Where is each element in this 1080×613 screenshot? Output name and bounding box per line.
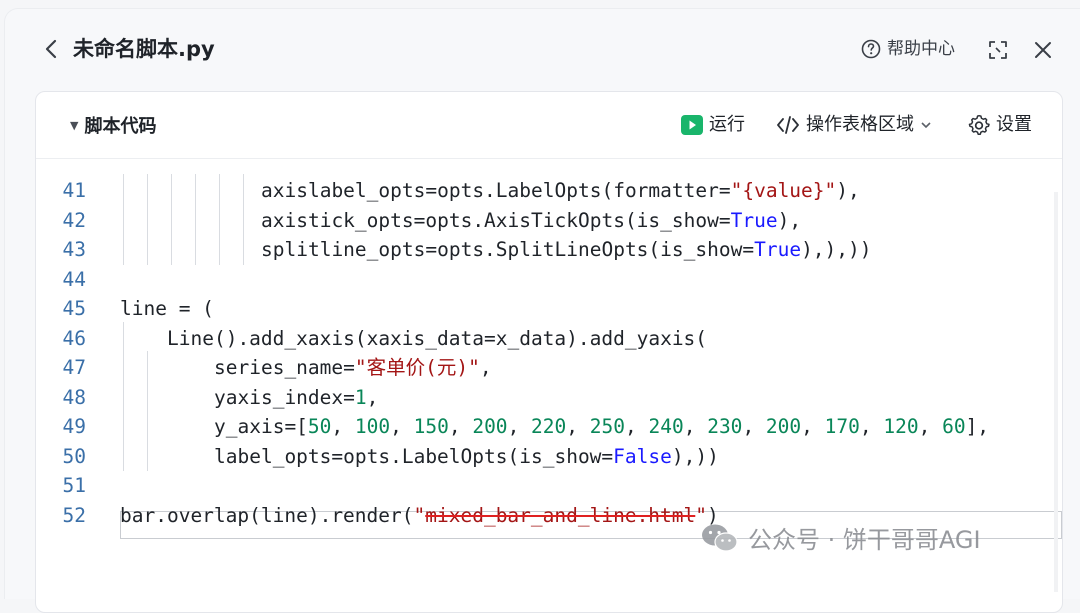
indent-guide: [171, 203, 172, 235]
indent-guide: [147, 351, 148, 383]
code-icon: [777, 116, 799, 134]
indent-guide: [219, 203, 220, 235]
indent-guide: [123, 233, 124, 265]
settings-label: 设置: [996, 114, 1032, 135]
line-number: 43: [62, 238, 86, 261]
watermark: 公众号 · 饼干哥哥AGI: [700, 520, 981, 555]
indent-guide: [219, 174, 220, 206]
line-number: 52: [62, 503, 86, 527]
indent-guide: [123, 203, 124, 235]
run-button[interactable]: 运行: [681, 112, 745, 138]
indent-guide: [147, 439, 148, 471]
code-line: 48 yaxis_index=1,: [36, 380, 1036, 412]
code-line: 42 axistick_opts=opts.AxisTickOpts(is_sho…: [36, 203, 1036, 235]
code-line: 49 y_axis=[50, 100, 150, 200, 220, 250, 2…: [36, 410, 1036, 442]
indent-guide: [219, 233, 220, 265]
title-bar: 未命名脚本.py 帮助中心: [5, 9, 1080, 91]
code-text: line = (: [120, 297, 214, 320]
page-title: 未命名脚本.py: [73, 37, 215, 61]
indent-guide: [147, 203, 148, 235]
back-button[interactable]: [39, 37, 63, 61]
indent-guide: [147, 174, 148, 206]
indent-guide: [171, 233, 172, 265]
vertical-scrollbar[interactable]: [1054, 192, 1058, 592]
chevron-down-icon: [921, 122, 931, 129]
line-number: 49: [62, 415, 86, 438]
code-line: 44: [36, 265, 1036, 295]
code-text: splitline_opts=opts.SplitLineOpts(is_sho…: [261, 238, 872, 261]
help-center-button[interactable]: 帮助中心: [861, 37, 955, 61]
line-number: 45: [62, 297, 86, 320]
close-button[interactable]: [1030, 37, 1056, 63]
indent-guide: [123, 174, 124, 206]
line-number: 50: [62, 444, 86, 468]
indent-guide: [243, 233, 244, 265]
indent-guide: [171, 174, 172, 206]
code-line: 46 Line().add_xaxis(xaxis_data=x_data).ad…: [36, 321, 1036, 353]
code-line: 45 line = (: [36, 294, 1036, 324]
operate-table-area-dropdown[interactable]: 操作表格区域: [776, 112, 932, 138]
indent-guide: [195, 233, 196, 265]
help-center-label: 帮助中心: [887, 39, 955, 59]
code-text: series_name="客单价(元)",: [214, 356, 492, 379]
question-circle-icon: [861, 39, 881, 59]
code-text: yaxis_index=1,: [214, 385, 379, 409]
section-toggle[interactable]: ▼ 脚本代码: [70, 112, 156, 138]
indent-guide: [147, 233, 148, 265]
settings-button[interactable]: 设置: [968, 112, 1032, 138]
code-line: 43 splitline_opts=opts.SplitLineOpts(is_s…: [36, 233, 1036, 265]
chevron-left-icon: [45, 39, 57, 59]
play-icon: [681, 115, 703, 135]
indent-guide: [123, 351, 124, 383]
indent-guide: [195, 174, 196, 206]
line-number: 44: [62, 267, 86, 291]
card-header: ▼ 脚本代码 运行 操作表格区域 设置: [36, 92, 1062, 159]
code-line: 41 axislabel_opts=opts.LabelOpts(formatte…: [36, 174, 1036, 206]
indent-guide: [123, 321, 124, 353]
close-icon: [1035, 42, 1051, 58]
indent-guide: [123, 439, 124, 471]
indent-guide: [123, 380, 124, 412]
code-line: 50 label_opts=opts.LabelOpts(is_show=Fals…: [36, 439, 1036, 471]
watermark-text: 公众号 · 饼干哥哥AGI: [748, 526, 981, 554]
code-line: 47 series_name="客单价(元)",: [36, 351, 1036, 383]
line-number: 51: [62, 474, 86, 497]
wechat-icon: [702, 524, 738, 552]
code-text: axistick_opts=opts.AxisTickOpts(is_show=…: [261, 208, 802, 232]
line-number: 42: [62, 208, 86, 232]
caret-down-icon: ▼: [70, 118, 79, 132]
section-title-label: 脚本代码: [84, 116, 157, 137]
indent-guide: [243, 203, 244, 235]
line-number: 41: [62, 179, 86, 202]
code-text: axislabel_opts=opts.LabelOpts(formatter=…: [261, 179, 860, 202]
code-line: 51: [36, 471, 1036, 501]
indent-guide: [195, 203, 196, 235]
code-text: label_opts=opts.LabelOpts(is_show=False)…: [214, 444, 719, 468]
code-text: y_axis=[50, 100, 150, 200, 220, 250, 240…: [214, 415, 990, 438]
run-label: 运行: [709, 114, 745, 135]
indent-guide: [123, 410, 124, 442]
code-text: Line().add_xaxis(xaxis_data=x_data).add_…: [167, 326, 708, 350]
fullscreen-button[interactable]: [985, 37, 1011, 63]
indent-guide: [243, 174, 244, 206]
indent-guide: [147, 380, 148, 412]
code-text: bar.overlap(line).render("mixed_bar_and_…: [120, 503, 719, 527]
script-editor-panel: 未命名脚本.py 帮助中心 ▼ 脚本代码 运行 操作表格区域 设置 41 axi…: [4, 8, 1080, 613]
operate-table-area-label: 操作表格区域: [806, 114, 914, 135]
line-number: 47: [62, 356, 86, 379]
fullscreen-icon: [989, 41, 1007, 59]
line-number: 46: [62, 326, 86, 350]
indent-guide: [147, 410, 148, 442]
gear-icon: [968, 114, 990, 135]
line-number: 48: [62, 385, 86, 409]
